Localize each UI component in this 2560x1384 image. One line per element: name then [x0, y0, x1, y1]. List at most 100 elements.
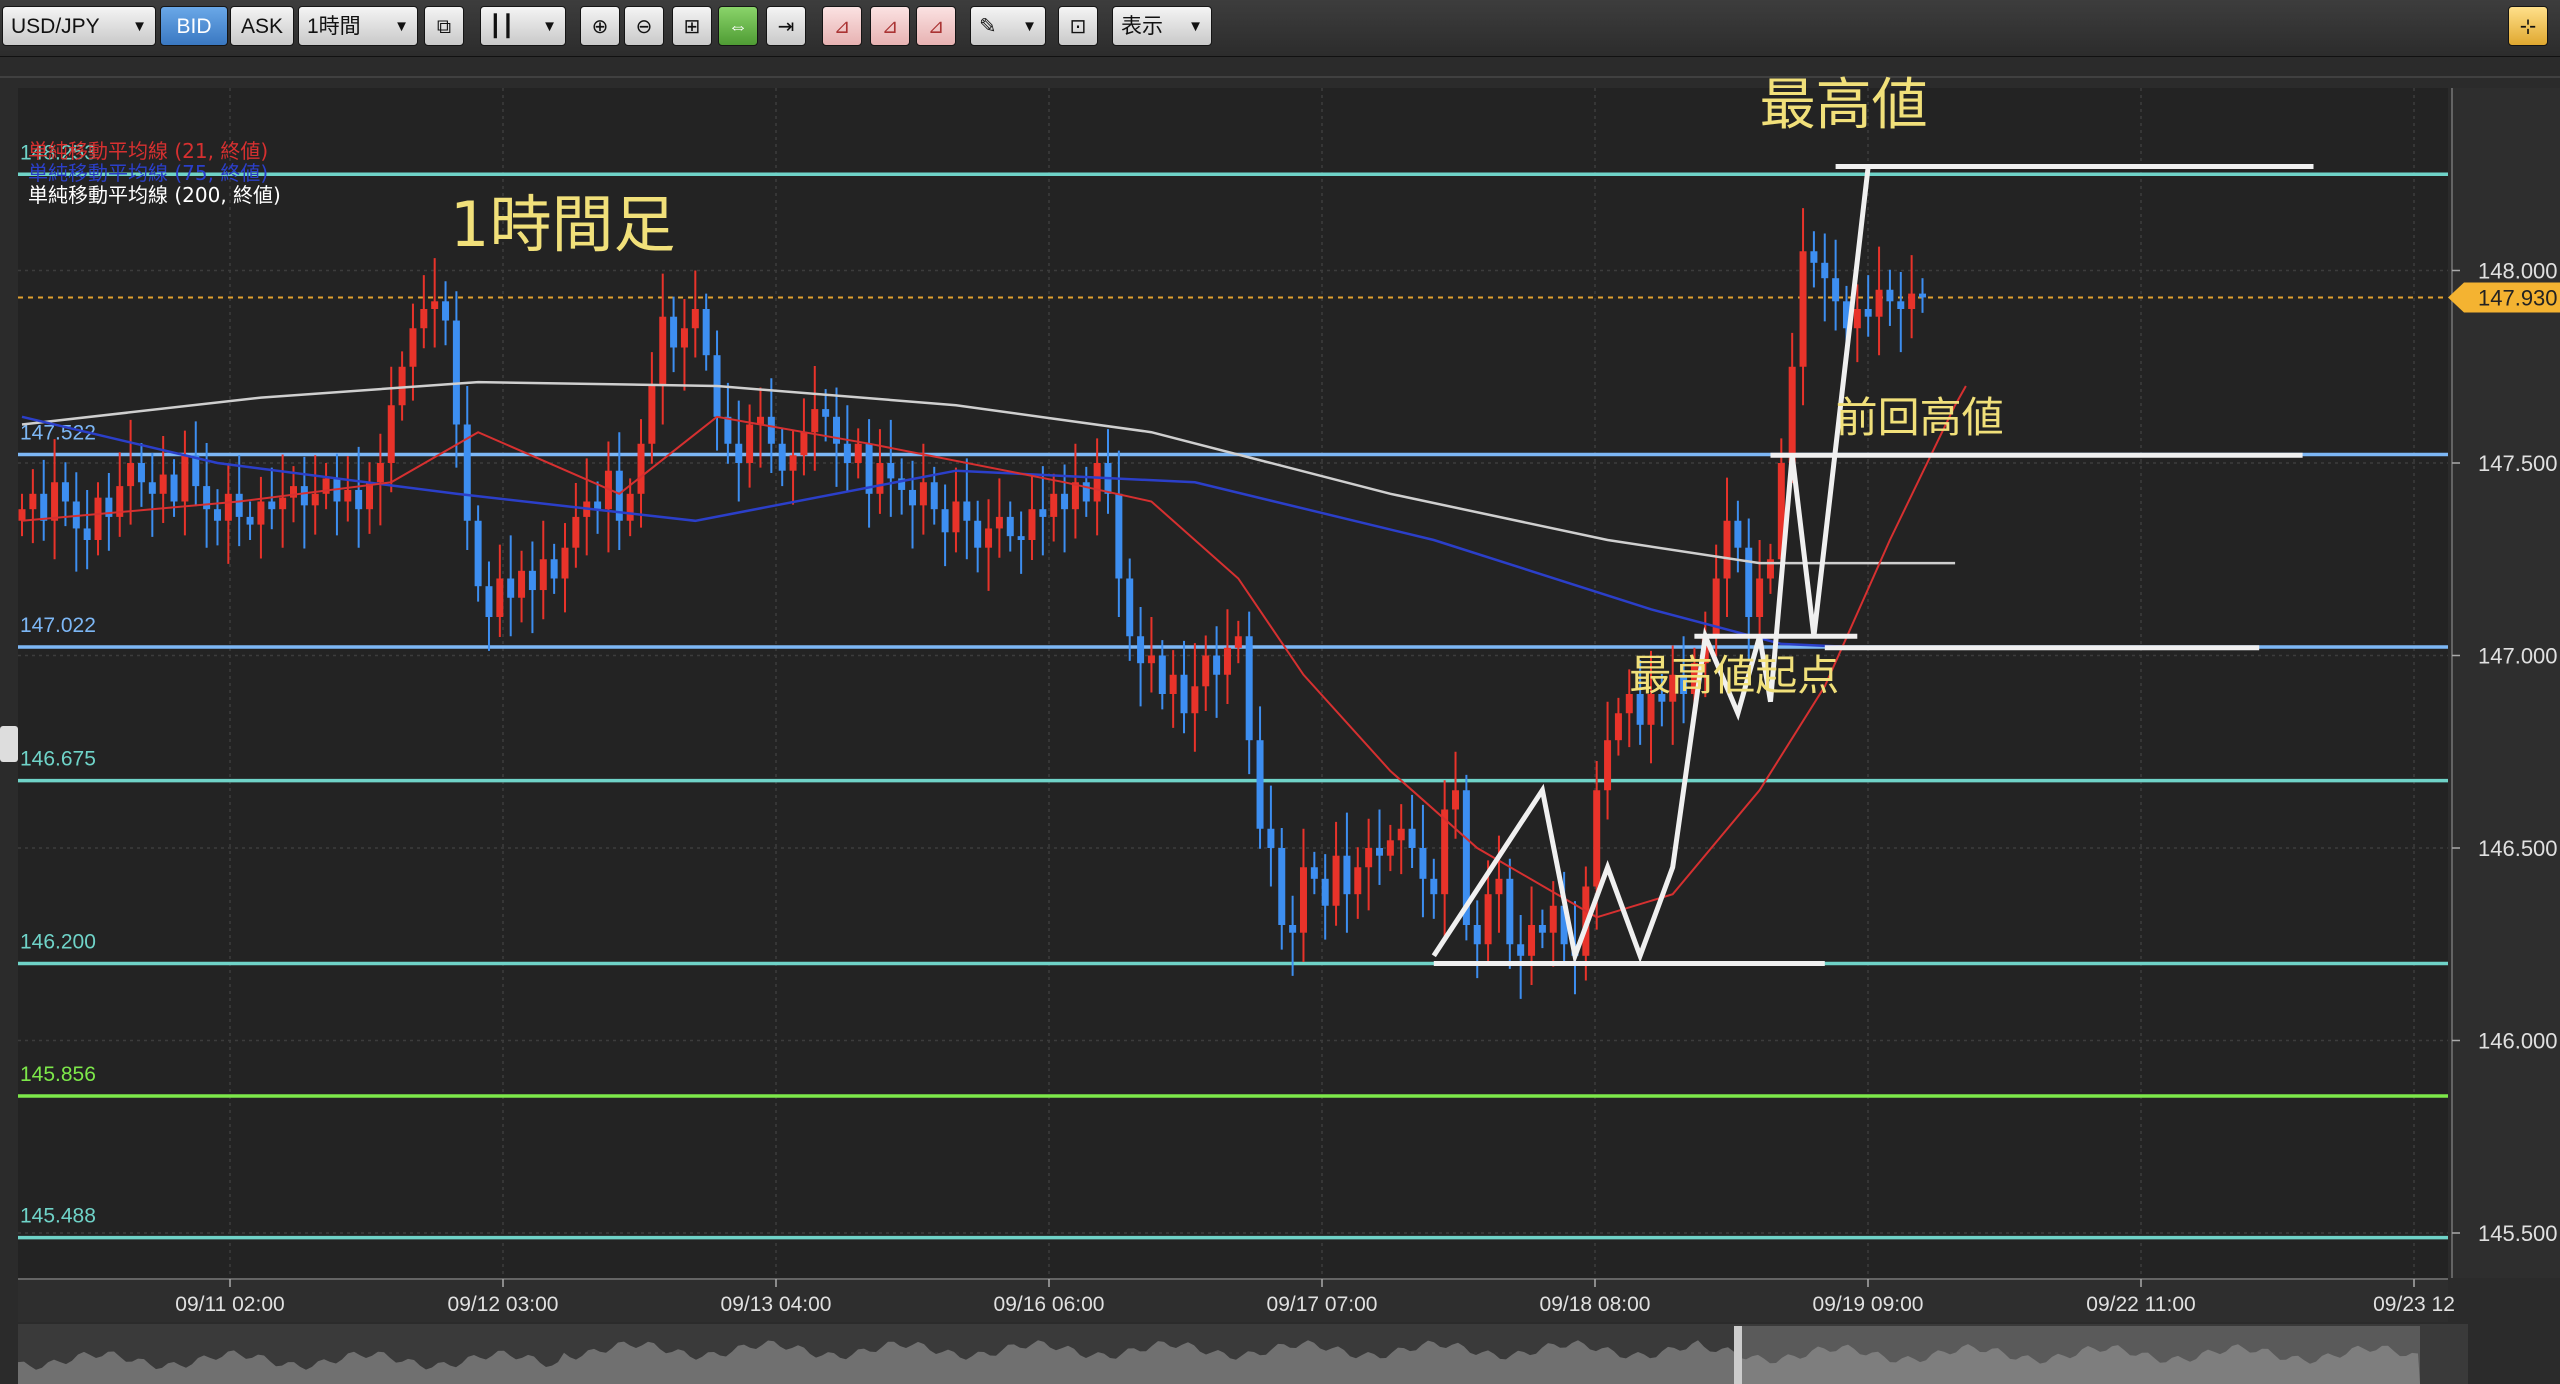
candle: [181, 455, 189, 502]
candle: [507, 578, 515, 598]
compare-button[interactable]: ⧉: [424, 6, 464, 46]
price-chart[interactable]: 148.000 147.500 147.000 146.500 146.000 145.5…: [0, 0, 2560, 1384]
candle: [235, 493, 243, 517]
candle: [463, 424, 471, 521]
candle: [1017, 536, 1025, 540]
candle: [279, 497, 287, 510]
candle: [518, 570, 526, 598]
candle: [1701, 636, 1709, 664]
chevron-down-icon: ▼: [1188, 18, 1203, 35]
candle: [1071, 482, 1079, 510]
level-label: 145.488: [20, 1205, 96, 1228]
fullscreen-button[interactable]: ⊹: [2508, 6, 2548, 46]
candle: [909, 489, 917, 506]
candle: [735, 443, 743, 463]
candle: [1908, 293, 1916, 309]
candle: [203, 486, 211, 510]
candle: [1006, 516, 1014, 537]
left-scroll-handle[interactable]: [0, 726, 18, 762]
chart-settings-button[interactable]: ⊡: [1058, 6, 1098, 46]
toolbar: USD/JPY ▼ BID ASK 1時間 ▼ ⧉ ┃┃ ▼ ⊕ ⊖ ⊞ ⇔ ⇥ ⊿ …: [0, 0, 2560, 57]
candle: [94, 497, 102, 540]
candle: [833, 416, 840, 444]
candle: [1712, 578, 1720, 637]
candle: [865, 443, 873, 494]
candle: [1289, 925, 1297, 933]
candle: [1213, 655, 1221, 675]
candle: [105, 497, 113, 517]
candle: [1408, 828, 1416, 848]
sma21-line: [21, 385, 1967, 919]
candle: [702, 309, 710, 356]
candle: [1517, 944, 1525, 956]
candle: [376, 463, 384, 483]
scroll-end-button[interactable]: ⇥: [766, 6, 806, 46]
candle: [583, 501, 591, 517]
level-label: 147.022: [20, 614, 96, 637]
candle: [963, 501, 971, 521]
level-label: 146.200: [20, 931, 96, 954]
candle: [1158, 655, 1166, 694]
auto-scroll-button[interactable]: ⇔: [718, 6, 758, 46]
x-tick-label: 09/11 02:00: [175, 1293, 284, 1316]
top-scroll-handle[interactable]: [1266, 71, 1302, 84]
candle: [1321, 878, 1329, 906]
candle: [974, 520, 982, 548]
candle: [1745, 547, 1753, 617]
candle: [713, 355, 721, 417]
bid-button[interactable]: BID: [160, 6, 228, 46]
candle: [1169, 674, 1177, 694]
candle: [420, 309, 428, 329]
current-price-badge: [2448, 282, 2560, 313]
candle: [670, 316, 678, 348]
candle: [778, 443, 786, 471]
timeframe-select[interactable]: 1時間 ▼: [298, 6, 418, 46]
candle: [1647, 694, 1655, 725]
fit-button[interactable]: ⊞: [672, 6, 712, 46]
chart-type-select[interactable]: ┃┃ ▼: [480, 6, 566, 46]
x-tick-label: 09/19 09:00: [1813, 1293, 1924, 1316]
candle: [1680, 674, 1688, 694]
candle: [1734, 520, 1742, 548]
candle: [941, 509, 949, 533]
draw-tool-select[interactable]: ✎ ▼: [970, 6, 1046, 46]
indicator-edit-button[interactable]: ⊿: [870, 6, 910, 46]
display-menu-button[interactable]: 表示 ▼: [1112, 6, 1212, 46]
candle: [1875, 289, 1883, 317]
candle: [311, 493, 319, 506]
candle: [930, 482, 938, 510]
candle: [572, 516, 580, 548]
indicator-legend-item: 単純移動平均線 (75, 終値): [28, 161, 268, 185]
candle: [333, 478, 341, 502]
x-tick-label: 09/13 04:00: [721, 1293, 832, 1316]
indicator-legend-item: 単純移動平均線 (21, 終値): [28, 139, 268, 163]
navigator-handle: [1734, 1326, 1742, 1384]
candle: [1039, 509, 1047, 517]
candle: [594, 501, 602, 510]
navigator-window: [1736, 1326, 2420, 1384]
chevron-down-icon: ▼: [132, 18, 147, 35]
navigator: [18, 1324, 2468, 1384]
candle: [1299, 867, 1307, 933]
candle: [366, 482, 374, 510]
candle: [1560, 905, 1568, 945]
candle: [1126, 578, 1134, 637]
zoom-out-button[interactable]: ⊖: [624, 6, 664, 46]
indicator-add-button[interactable]: ⊿: [822, 6, 862, 46]
candle: [224, 493, 232, 521]
x-tick-label: 09/23 12: [2373, 1293, 2455, 1316]
candle: [431, 301, 439, 309]
chevron-down-icon: ▼: [542, 18, 557, 35]
y-tick-label: 145.500: [2478, 1221, 2558, 1246]
sma75-line: [21, 415, 1869, 650]
ask-button[interactable]: ASK: [230, 6, 294, 46]
indicator-remove-button[interactable]: ⊿: [916, 6, 956, 46]
candle: [485, 586, 493, 617]
candle: [1897, 301, 1905, 309]
symbol-select[interactable]: USD/JPY ▼: [2, 6, 156, 46]
candle: [1669, 674, 1677, 702]
indicator-legend-item: 単純移動平均線 (200, 終値): [28, 183, 281, 207]
candle: [300, 486, 308, 506]
zoom-in-button[interactable]: ⊕: [580, 6, 620, 46]
candle: [159, 474, 167, 494]
